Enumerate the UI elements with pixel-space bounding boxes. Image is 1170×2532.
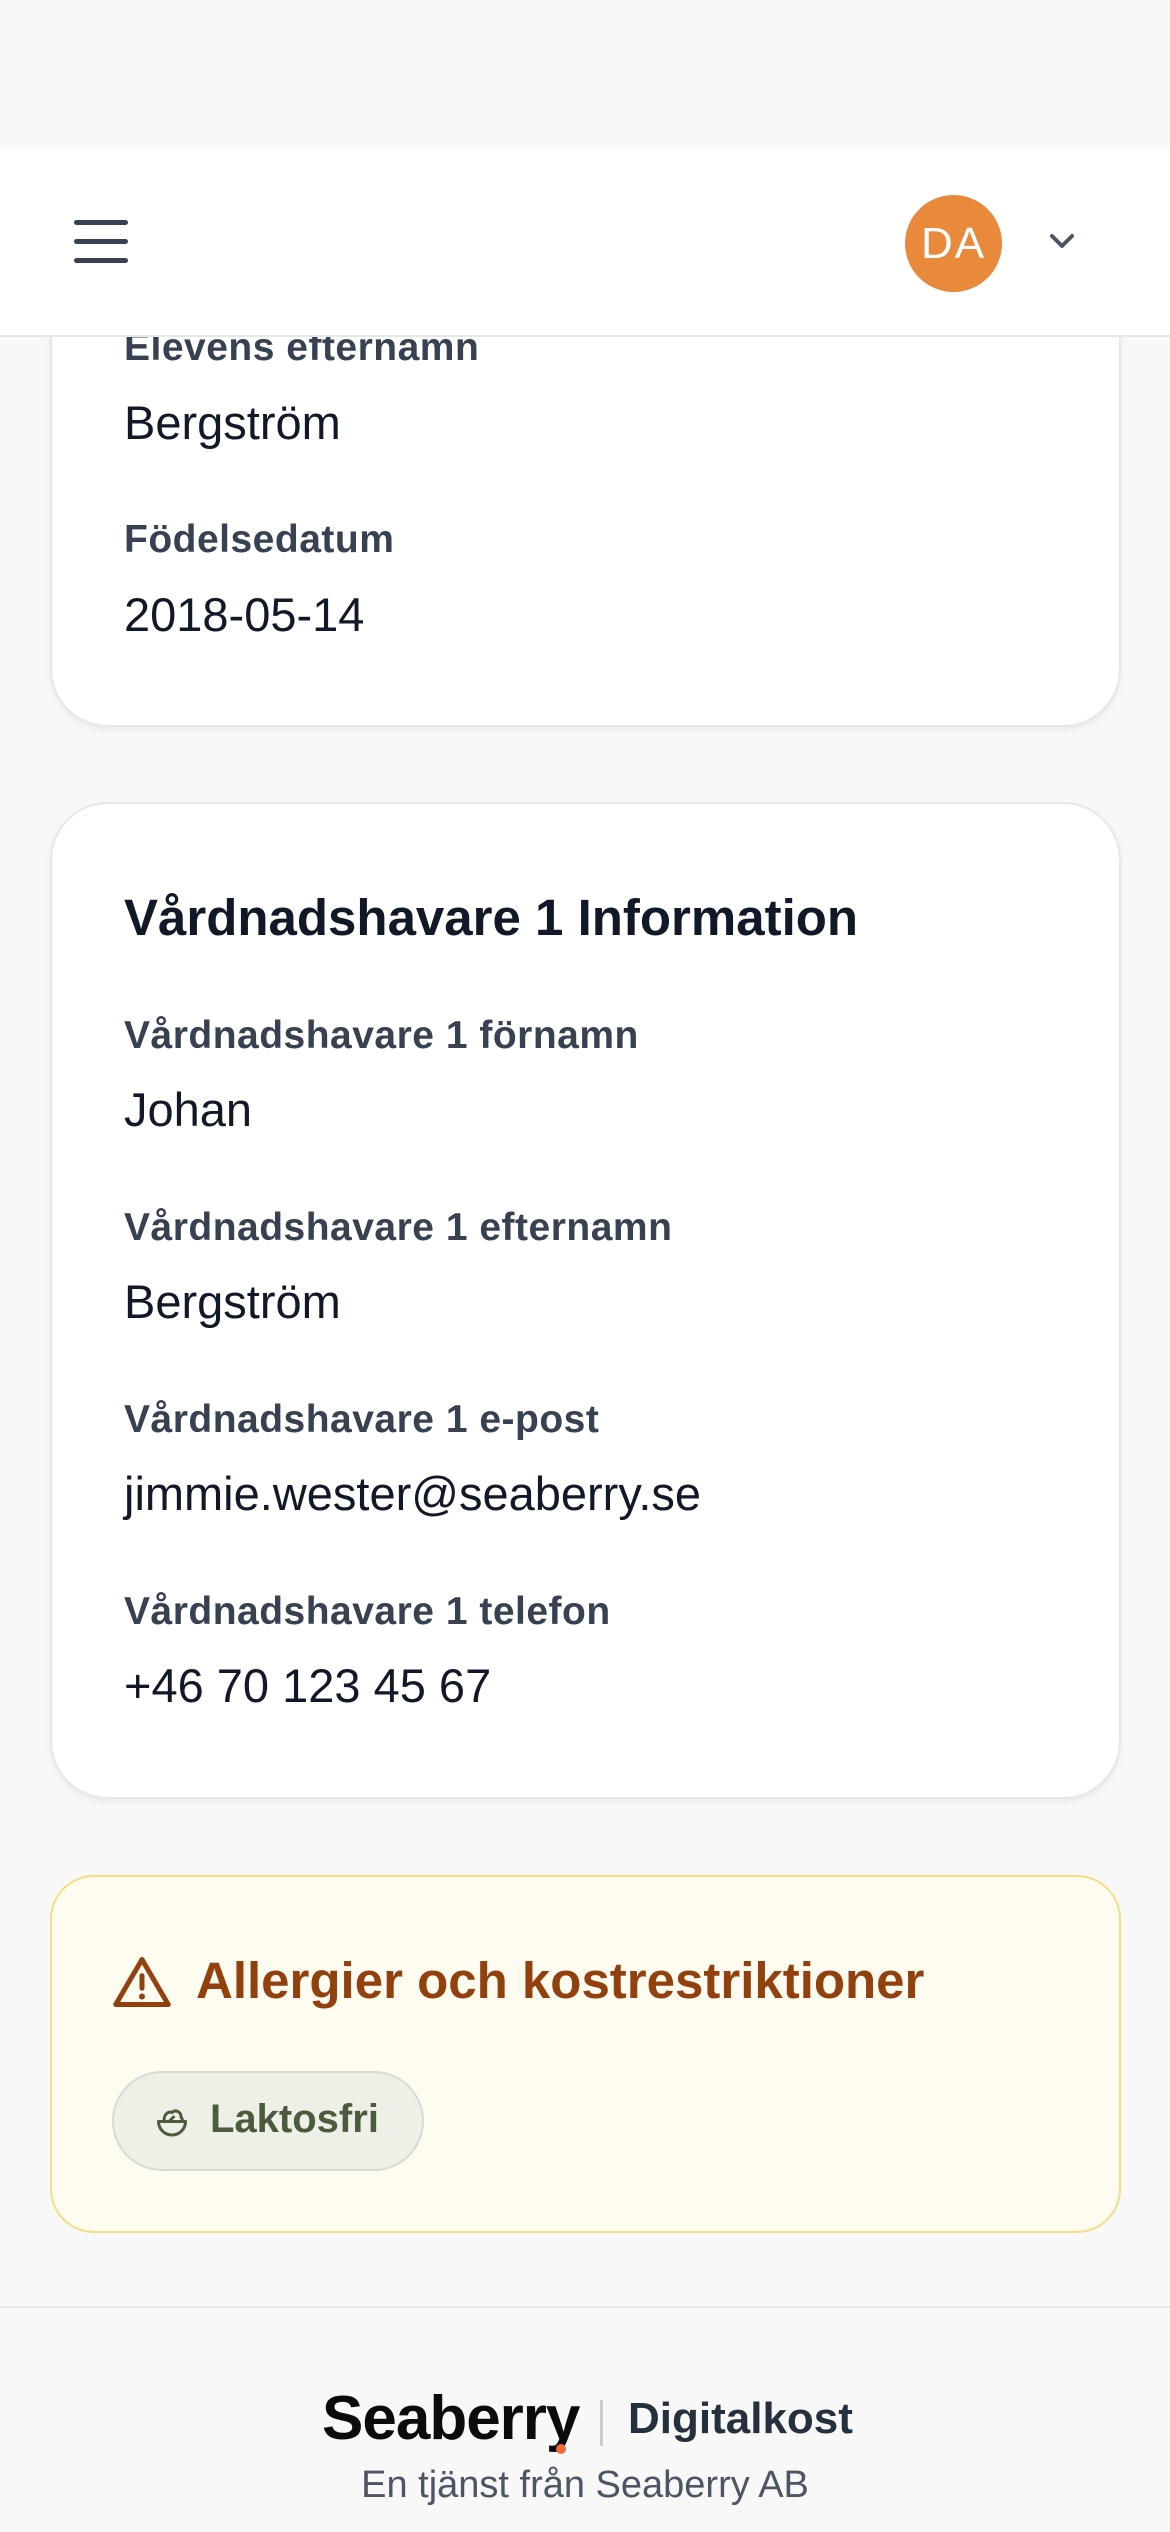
allergies-title: Allergier och kostrestriktioner	[196, 1952, 925, 2009]
birthdate-label: Födelsedatum	[124, 518, 395, 561]
allergies-card: Allergier och kostrestriktioner Laktosfr…	[50, 1875, 1121, 2233]
student-lastname-value: Bergström	[124, 396, 341, 449]
top-navigation-bar: DA	[0, 147, 1170, 337]
guardian-phone-value: +46 70 123 45 67	[124, 1659, 492, 1712]
birthdate-value: 2018-05-14	[124, 588, 365, 641]
diet-chip-label: Laktosfri	[210, 2097, 379, 2141]
guardian-lastname-label: Vårdnadshavare 1 efternamn	[124, 1206, 673, 1249]
guardian-info-card: Vårdnadshavare 1 Information Vårdnadshav…	[50, 802, 1121, 1799]
brand-logo: Seaberry	[322, 2384, 580, 2453]
footer-separator	[600, 2400, 603, 2446]
footer: Seaberry Digitalkost En tjänst från Seab…	[0, 2308, 1170, 2532]
guardian-email-value: jimmie.wester@seaberry.se	[124, 1467, 702, 1520]
diet-chip-laktosfri: Laktosfri	[112, 2071, 424, 2171]
menu-button[interactable]	[74, 207, 142, 275]
guardian-lastname-value: Bergström	[124, 1275, 341, 1328]
brand-dot	[556, 2444, 566, 2454]
guardian-firstname-label: Vårdnadshavare 1 förnamn	[124, 1014, 639, 1057]
salad-icon	[157, 2109, 187, 2137]
warning-icon	[113, 1957, 171, 2007]
footer-tagline: En tjänst från Seaberry AB	[361, 2464, 809, 2506]
hamburger-line	[74, 238, 128, 244]
guardian-card-title: Vårdnadshavare 1 Information	[124, 889, 859, 946]
product-name: Digitalkost	[628, 2394, 853, 2443]
hamburger-line	[74, 219, 128, 225]
user-avatar[interactable]: DA	[905, 195, 1002, 292]
status-bar-area	[0, 0, 1170, 147]
guardian-email-label: Vårdnadshavare 1 e-post	[124, 1398, 600, 1441]
guardian-phone-label: Vårdnadshavare 1 telefon	[124, 1590, 611, 1633]
hamburger-line	[74, 257, 128, 263]
guardian-firstname-value: Johan	[124, 1083, 253, 1136]
chevron-down-icon[interactable]	[1042, 221, 1082, 261]
